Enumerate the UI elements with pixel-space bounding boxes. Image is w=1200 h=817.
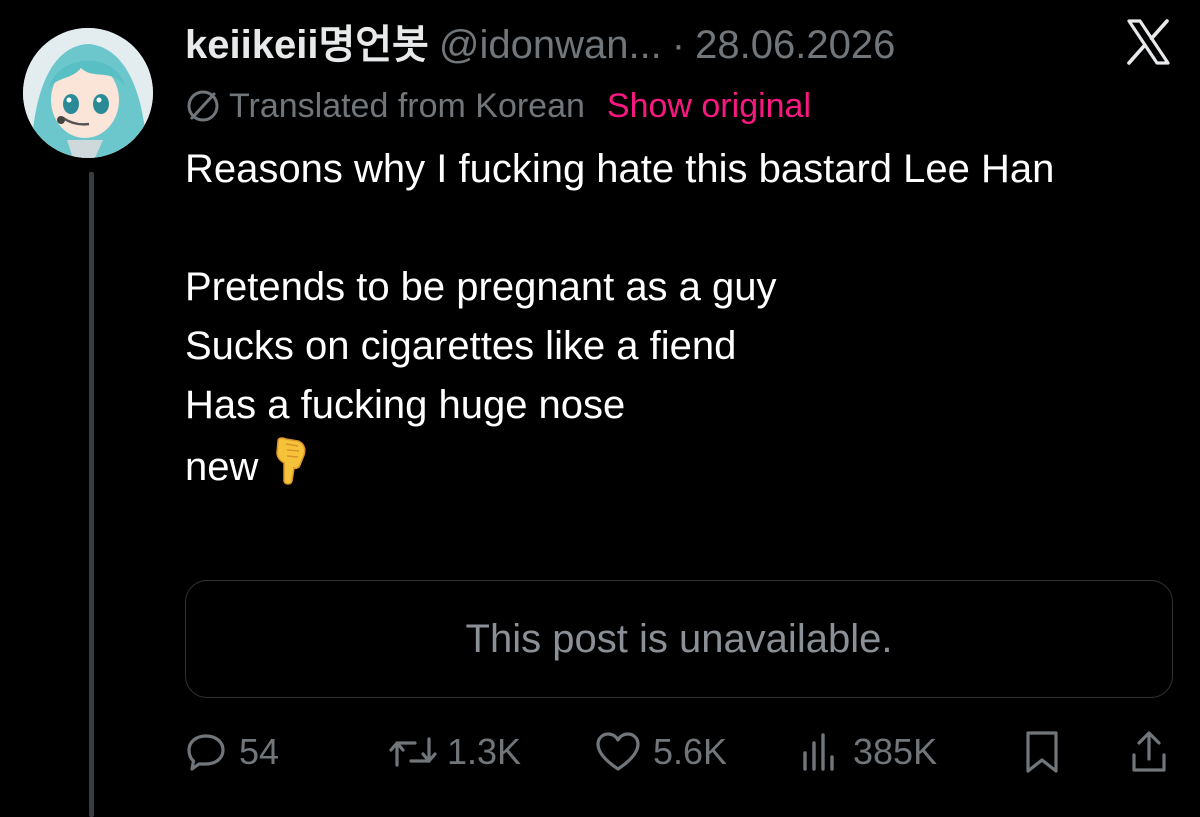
reply-button[interactable]: 54 xyxy=(185,722,279,782)
post-body: Reasons why I fucking hate this bastard … xyxy=(185,140,1170,504)
separator-dot: · xyxy=(671,23,686,67)
like-button[interactable]: 5.6K xyxy=(595,722,727,782)
pointing-down-emoji-icon xyxy=(268,435,310,504)
translated-label: Translated from Korean xyxy=(229,86,585,125)
post-line: Pretends to be pregnant as a guy xyxy=(185,265,777,309)
post-line: Reasons why I fucking hate this bastard … xyxy=(185,147,1055,191)
globe-icon xyxy=(187,90,219,122)
action-bar: 54 1.3K 5.6K 385K xyxy=(185,722,1175,782)
quoted-post-unavailable: This post is unavailable. xyxy=(465,616,893,661)
share-icon xyxy=(1132,731,1166,772)
view-count: 385K xyxy=(853,731,938,772)
x-logo-icon[interactable] xyxy=(1124,18,1172,66)
views-icon xyxy=(803,733,834,771)
post-line-text: new xyxy=(185,445,259,490)
bookmark-icon xyxy=(1026,731,1058,773)
bookmark-button[interactable] xyxy=(1023,722,1061,782)
post-line: Sucks on cigarettes like a fiend xyxy=(185,324,737,368)
avatar[interactable] xyxy=(23,28,153,158)
avatar-image xyxy=(23,28,153,158)
repost-icon xyxy=(389,737,437,767)
post-date[interactable]: 28.06.2026 xyxy=(695,20,895,70)
post-line-last: new xyxy=(185,435,1170,504)
show-original-link[interactable]: Show original xyxy=(607,87,811,126)
heart-icon xyxy=(596,732,640,771)
thread-line xyxy=(89,172,94,817)
share-button[interactable] xyxy=(1129,722,1169,782)
reply-count: 54 xyxy=(239,731,280,772)
quoted-post-card[interactable]: This post is unavailable. xyxy=(185,580,1173,698)
views-button[interactable]: 385K xyxy=(801,722,937,782)
reply-icon xyxy=(187,734,225,771)
like-count: 5.6K xyxy=(653,731,728,772)
tweet-header: keiikeii명언봇 @idonwan... · 28.06.2026 xyxy=(185,20,895,70)
repost-count: 1.3K xyxy=(447,731,522,772)
user-handle[interactable]: @idonwan... xyxy=(439,20,662,70)
display-name[interactable]: keiikeii명언봇 xyxy=(185,20,429,70)
repost-button[interactable]: 1.3K xyxy=(385,722,521,782)
post-line: Has a fucking huge nose xyxy=(185,383,626,427)
translation-notice: Translated from Korean Show original xyxy=(185,84,811,128)
